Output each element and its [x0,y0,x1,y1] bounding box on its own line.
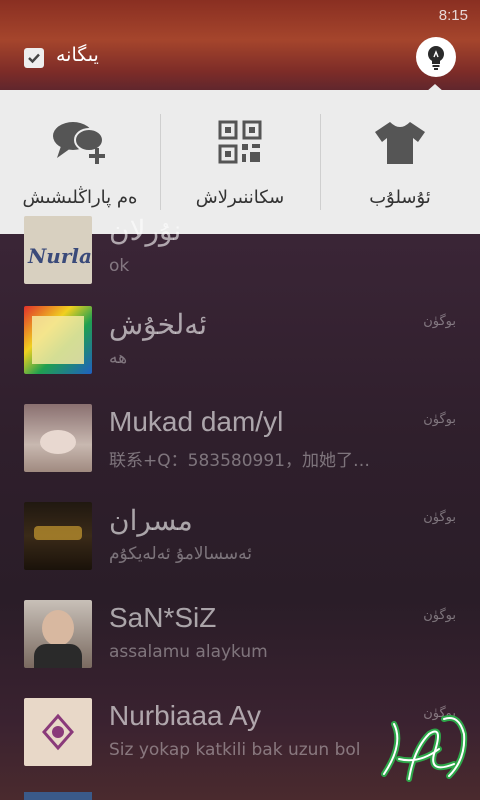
chat-name: نۇرلان [109,215,182,246]
chat-message: assalamu alaykum [109,642,268,662]
calligraphy-logo [381,715,468,782]
chat-time: بوگۈن [423,412,456,427]
chat-time: بوگۈن [423,510,456,525]
avatar [24,306,92,374]
flower-icon [42,713,74,751]
chat-name: Nurbiaaa Ay [109,700,262,731]
status-time: 8:15 [438,7,468,24]
chat-row-nurlan[interactable]: Nurlan نۇرلان ok [0,196,480,293]
chat-name: مسران [109,505,193,536]
check-icon [28,53,40,64]
chat-name: ئەلخۇش [109,309,208,340]
stranger-label: يىگانە [56,44,99,66]
chat-message: ok [109,256,130,276]
chat-message: 联系+Q：583580991，加她了… [109,451,370,471]
lightbulb-button[interactable] [416,37,456,77]
chat-time: بوگۈن [423,314,456,329]
avatar: Nurlan [24,216,92,284]
avatar [24,502,92,570]
chat-message: ھە [109,348,128,368]
top-bar: يىگانە [0,32,480,90]
chat-row-misran[interactable]: مسران ئەسسالامۇ ئەلەيكۇم بوگۈن [0,490,480,587]
chat-name: SaN*SiZ [109,602,217,633]
next-row-peek [24,792,92,800]
avatar [24,698,92,766]
chat-row-mukad[interactable]: Mukad dam/yl 联系+Q：583580991，加她了… بوگۈن [0,392,480,489]
status-bar: 8:15 [0,0,480,32]
group-chat-add-icon [53,122,105,164]
chat-name: Mukad dam/yl [109,406,284,437]
chat-row-sansiz[interactable]: SaN*SiZ assalamu alaykum بوگۈن [0,588,480,685]
avatar-text: Nurlan [28,244,92,268]
stranger-checkbox[interactable] [24,48,44,68]
avatar [24,404,92,472]
tshirt-icon [375,122,425,164]
lightbulb-icon [428,46,444,70]
avatar [24,600,92,668]
chat-time: بوگۈن [423,608,456,623]
chat-message: ئەسسالامۇ ئەلەيكۇم [109,544,252,564]
watermark-logo [374,704,474,790]
qr-code-icon [218,120,262,164]
chat-row-elhush[interactable]: ئەلخۇش ھە بوگۈن [0,294,480,391]
